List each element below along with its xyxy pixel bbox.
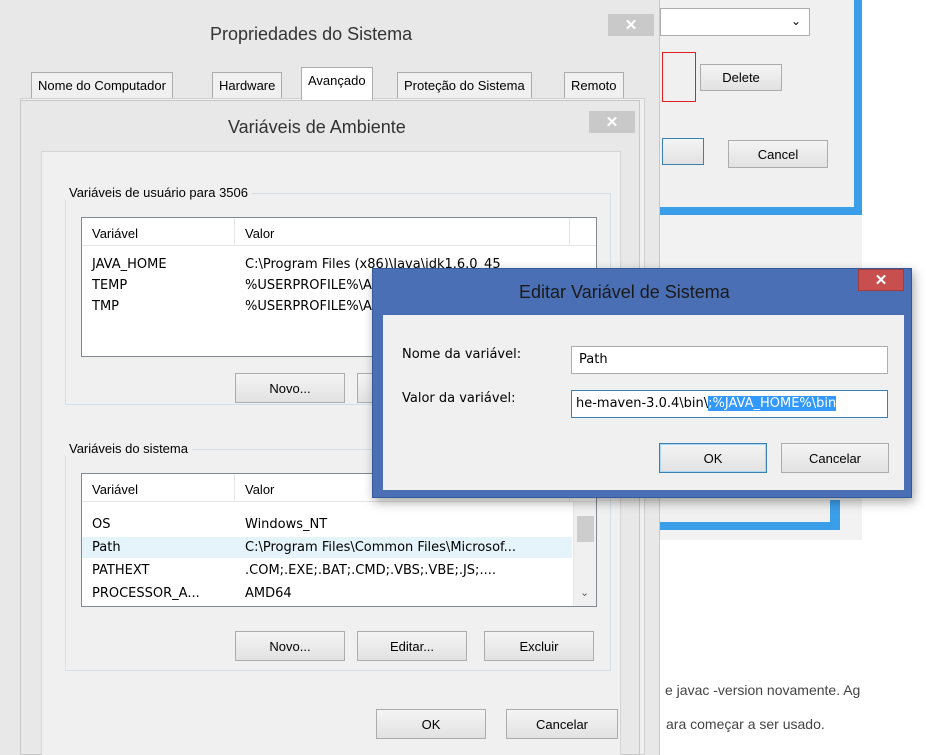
- background-blue-button[interactable]: [662, 138, 704, 165]
- row-variable-name: JAVA_HOME: [92, 257, 167, 272]
- table-row-selected[interactable]: Path C:\Program Files\Common Files\Micro…: [82, 537, 572, 558]
- close-icon[interactable]: ✕: [589, 111, 635, 133]
- value-input[interactable]: he-maven-3.0.4\bin\;%JAVA_HOME%\bin: [571, 390, 888, 418]
- tab-remoto[interactable]: Remoto: [564, 72, 624, 98]
- background-window-lower-body: [650, 500, 830, 522]
- row-variable-name: TMP: [92, 299, 119, 314]
- tab-avancado[interactable]: Avançado: [301, 67, 373, 100]
- name-input-text: Path: [579, 352, 608, 367]
- system-edit-button[interactable]: Editar...: [357, 631, 467, 661]
- row-variable-name: PROCESSOR_A...: [92, 586, 200, 601]
- env-vars-ok-button[interactable]: OK: [376, 709, 486, 739]
- user-variables-group-label: Variáveis de usuário para 3506: [65, 185, 252, 200]
- row-variable-value: Windows_NT: [245, 517, 328, 532]
- table-row[interactable]: PATHEXT .COM;.EXE;.BAT;.CMD;.VBS;.VBE;.J…: [82, 560, 572, 581]
- col-header-variable[interactable]: Variável: [82, 218, 235, 245]
- edit-variable-body: Nome da variável: Path Valor da variável…: [383, 315, 904, 490]
- system-list-scrollbar[interactable]: ⌄: [573, 502, 596, 606]
- col-header-variable[interactable]: Variável: [82, 474, 235, 501]
- document-text-line-2: ara começar a ser usado.: [666, 716, 825, 732]
- col-header-value[interactable]: Valor: [235, 218, 570, 245]
- name-label: Nome da variável:: [402, 347, 522, 362]
- close-icon[interactable]: ✕: [608, 14, 654, 36]
- value-plain-text: he-maven-3.0.4\bin\: [576, 396, 709, 411]
- value-label: Valor da variável:: [402, 391, 516, 406]
- system-properties-title: Propriedades do Sistema: [210, 24, 413, 44]
- edit-variable-title: Editar Variável de Sistema: [519, 282, 730, 302]
- background-red-outline: [662, 52, 696, 102]
- row-variable-value: .COM;.EXE;.BAT;.CMD;.VBS;.VBE;.JS;....: [245, 563, 496, 578]
- edit-variable-ok-button[interactable]: OK: [659, 443, 767, 473]
- background-delete-button[interactable]: Delete: [700, 64, 782, 91]
- table-row[interactable]: PROCESSOR_A... AMD64: [82, 583, 572, 604]
- tab-nome-do-computador[interactable]: Nome do Computador: [31, 72, 173, 98]
- row-variable-name: TEMP: [92, 278, 128, 293]
- system-variables-group-label: Variáveis do sistema: [65, 441, 192, 456]
- chevron-down-icon[interactable]: ⌄: [580, 586, 589, 599]
- background-cancel-button[interactable]: Cancel: [728, 140, 828, 168]
- edit-variable-dialog: Editar Variável de Sistema ✕ Nome da var…: [372, 268, 912, 498]
- background-dropdown[interactable]: ⌄: [660, 8, 810, 36]
- value-input-text: he-maven-3.0.4\bin\;%JAVA_HOME%\bin: [576, 396, 837, 411]
- table-row[interactable]: OS Windows_NT: [82, 514, 572, 535]
- env-vars-title: Variáveis de Ambiente: [228, 117, 406, 137]
- row-variable-name: PATHEXT: [92, 563, 150, 578]
- system-delete-button[interactable]: Excluir: [484, 631, 594, 661]
- tab-hardware[interactable]: Hardware: [212, 72, 283, 98]
- row-variable-value: AMD64: [245, 586, 292, 601]
- close-icon[interactable]: ✕: [858, 269, 904, 291]
- name-input[interactable]: Path: [571, 346, 888, 374]
- env-vars-cancel-button[interactable]: Cancelar: [506, 709, 618, 739]
- scrollbar-thumb[interactable]: [577, 516, 594, 542]
- chevron-down-icon: ⌄: [790, 14, 801, 28]
- document-text-line-1: e javac -version novamente. Ag: [665, 682, 861, 698]
- row-variable-value: C:\Program Files\Common Files\Microsof..…: [245, 540, 517, 555]
- row-variable-name: OS: [92, 517, 111, 532]
- edit-variable-cancel-button[interactable]: Cancelar: [781, 443, 889, 473]
- tab-protecao-do-sistema[interactable]: Proteção do Sistema: [397, 72, 532, 98]
- row-variable-name: Path: [92, 540, 121, 555]
- user-list-header: Variável Valor: [82, 218, 596, 246]
- system-new-button[interactable]: Novo...: [235, 631, 345, 661]
- user-new-button[interactable]: Novo...: [235, 373, 345, 403]
- value-selected-text: ;%JAVA_HOME%\bin: [708, 396, 837, 411]
